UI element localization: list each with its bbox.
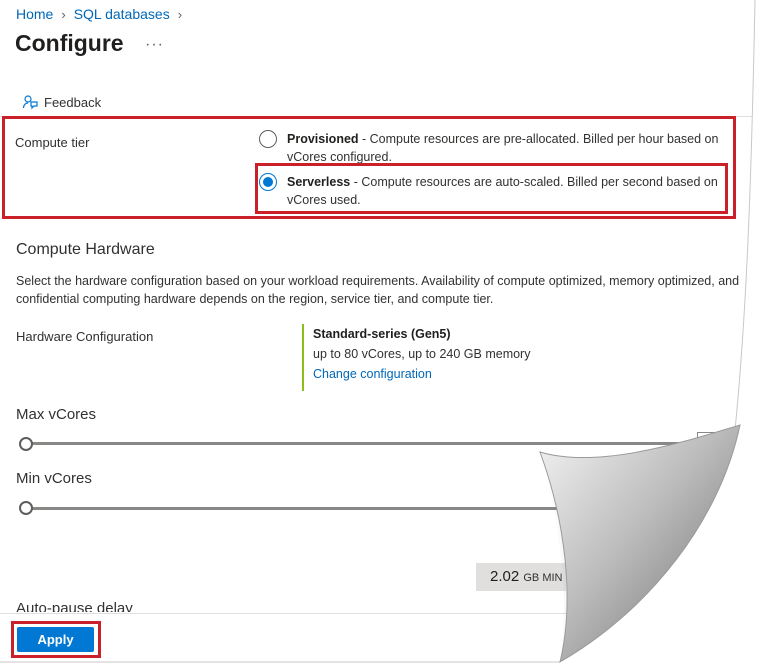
- auto-pause-label: Auto-pause delay: [16, 600, 133, 612]
- feedback-button[interactable]: Feedback: [22, 94, 101, 110]
- breadcrumb-home[interactable]: Home: [16, 6, 53, 22]
- apply-button[interactable]: Apply: [17, 627, 94, 652]
- page-title: Configure: [15, 30, 124, 56]
- min-vcores-label: Min vCores: [16, 470, 92, 487]
- serverless-description: - Compute resources are auto-scaled. Bil…: [350, 175, 718, 189]
- hardware-config-summary: Standard-series (Gen5) up to 80 vCores, …: [302, 324, 530, 391]
- breadcrumb: Home › SQL databases ›: [16, 6, 190, 22]
- more-options-icon[interactable]: ···: [145, 36, 164, 54]
- radio-serverless[interactable]: Serverless - Compute resources are auto-…: [259, 173, 724, 209]
- compute-hardware-description: Select the hardware configuration based …: [16, 274, 740, 306]
- serverless-name: Serverless: [287, 175, 351, 189]
- compute-hardware-title: Compute Hardware: [16, 241, 155, 258]
- chevron-right-icon: ›: [61, 6, 66, 22]
- provisioned-description: - Compute resources are pre-allocated. B…: [358, 132, 719, 146]
- chevron-right-icon: ›: [177, 6, 183, 22]
- min-vcores-slider-thumb[interactable]: [19, 501, 33, 515]
- min-memory-unit: GB MIN: [523, 572, 563, 584]
- max-vcores-label: Max vCores: [16, 406, 97, 423]
- feedback-label: Feedback: [44, 94, 102, 110]
- provisioned-description-2: vCores configured.: [287, 150, 392, 164]
- min-vcores-track[interactable]: [26, 507, 606, 510]
- compute-tier-label: Compute tier: [15, 135, 90, 150]
- footer-divider: [0, 613, 768, 614]
- hardware-config-label: Hardware Configuration: [16, 329, 154, 344]
- radio-provisioned-circle[interactable]: [259, 130, 277, 148]
- min-memory-value: 2.02: [490, 568, 520, 585]
- max-vcores-track[interactable]: [26, 442, 706, 445]
- max-vcores-input[interactable]: [697, 432, 757, 454]
- breadcrumb-sql-databases[interactable]: SQL databases: [74, 6, 170, 22]
- feedback-icon: [22, 95, 38, 110]
- hardware-series: Standard-series (Gen5): [313, 327, 451, 341]
- hardware-limits: up to 80 vCores, up to 240 GB memory: [313, 347, 531, 361]
- configure-blade: Home › SQL databases › Configure ··· Fee…: [0, 0, 768, 672]
- radio-provisioned[interactable]: Provisioned - Compute resources are pre-…: [259, 130, 729, 166]
- min-memory-readout: 2.02 GB MIN: [476, 563, 566, 591]
- radio-serverless-circle[interactable]: [259, 173, 277, 191]
- serverless-description-2: vCores used.: [287, 193, 361, 207]
- max-vcores-slider-thumb[interactable]: [19, 437, 33, 451]
- change-configuration-link[interactable]: Change configuration: [313, 367, 432, 381]
- provisioned-name: Provisioned: [287, 132, 359, 146]
